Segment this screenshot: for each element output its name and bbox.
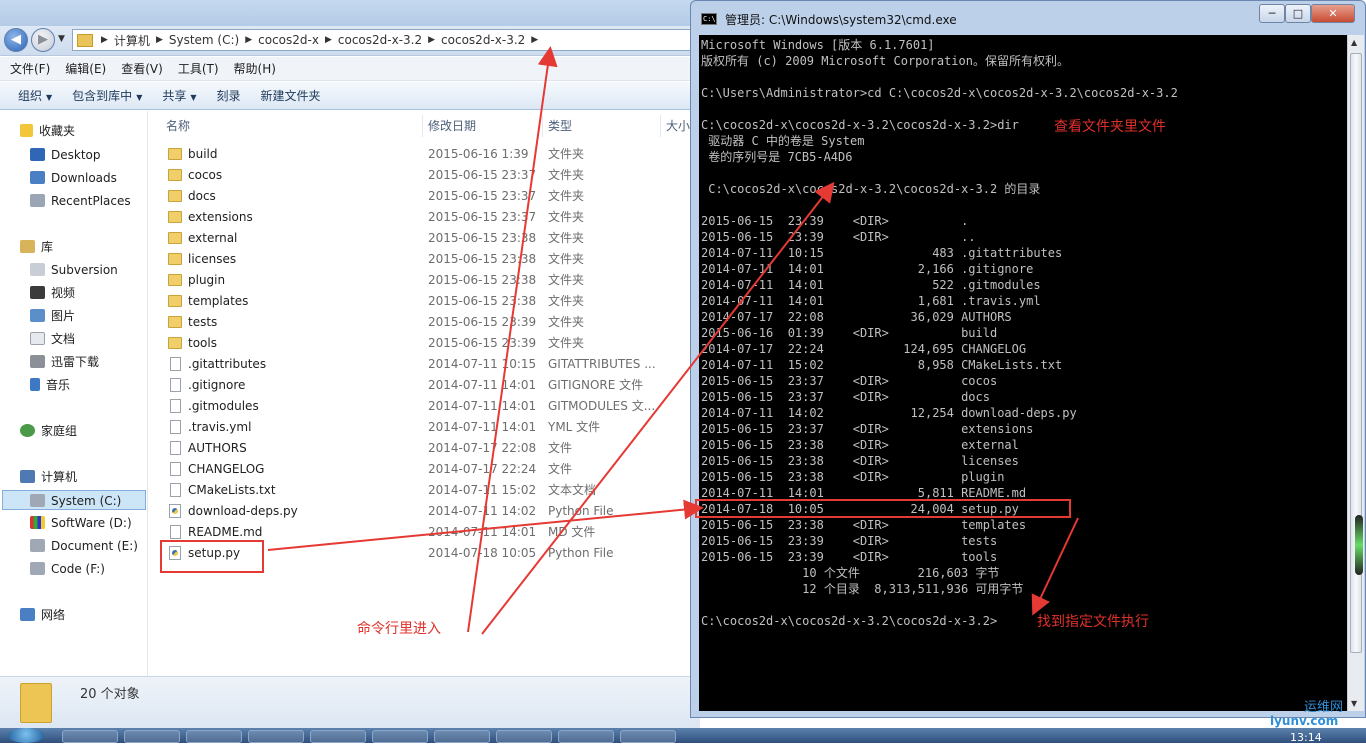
gauge-widget bbox=[1355, 515, 1363, 575]
taskbar: 13:14 bbox=[0, 728, 1366, 744]
watermark-bottom: iyunv.com bbox=[1270, 714, 1339, 728]
highlight-setup-file bbox=[160, 540, 264, 573]
taskbar-app[interactable] bbox=[248, 730, 304, 743]
start-button[interactable] bbox=[8, 728, 44, 743]
watermark-top: 运维网 bbox=[1304, 700, 1344, 715]
arrow-to-cmd-directory bbox=[481, 181, 835, 635]
arrow-to-prompt bbox=[1031, 517, 1079, 616]
taskbar-app[interactable] bbox=[186, 730, 242, 743]
taskbar-app[interactable] bbox=[496, 730, 552, 743]
taskbar-app[interactable] bbox=[310, 730, 366, 743]
clock[interactable]: 13:14 bbox=[1290, 731, 1322, 744]
highlight-setup-line bbox=[695, 499, 1071, 518]
taskbar-app[interactable] bbox=[558, 730, 614, 743]
annotation-find-run: 找到指定文件执行 bbox=[1037, 614, 1149, 630]
taskbar-cmd[interactable] bbox=[620, 730, 676, 743]
annotation-arrows bbox=[267, 46, 1079, 635]
taskbar-app[interactable] bbox=[434, 730, 490, 743]
taskbar-app[interactable] bbox=[124, 730, 180, 743]
annotation-enter-cmd: 命令行里进入 bbox=[357, 621, 441, 637]
watermark: 运维网 iyunv.com bbox=[1262, 696, 1362, 728]
taskbar-app[interactable] bbox=[372, 730, 428, 743]
taskbar-app[interactable] bbox=[62, 730, 118, 743]
annotation-view-files: 查看文件夹里文件 bbox=[1054, 119, 1166, 135]
arrow-to-address-bar bbox=[467, 46, 558, 633]
